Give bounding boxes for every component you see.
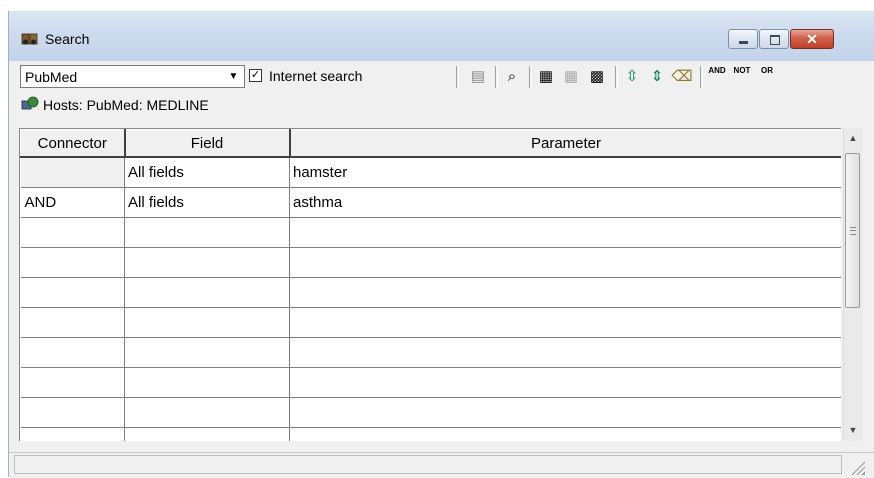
table-row: [20, 427, 841, 441]
parameter-cell[interactable]: [289, 307, 841, 338]
minimize-icon: [739, 41, 748, 44]
connector-cell[interactable]: [20, 337, 125, 368]
connector-cell[interactable]: [20, 307, 125, 338]
grid-header-row: Connector Field Parameter: [20, 129, 841, 158]
chevron-down-icon[interactable]: ▼: [225, 67, 242, 86]
parameter-cell[interactable]: [289, 337, 841, 368]
hosts-label: Hosts: PubMed: MEDLINE: [43, 97, 209, 113]
and-operator-label: AND: [708, 66, 726, 75]
search-grid: Connector Field Parameter All fields ham…: [19, 128, 841, 441]
column-header-parameter[interactable]: Parameter: [289, 129, 841, 158]
parameter-cell[interactable]: [289, 247, 841, 278]
or-operator-icon[interactable]: OR: [756, 66, 778, 88]
database-select[interactable]: PubMed ▼: [20, 65, 245, 88]
table-row: All fields hamster: [20, 157, 841, 188]
field-cell[interactable]: [124, 397, 290, 428]
field-cell[interactable]: [124, 307, 290, 338]
field-cell[interactable]: All fields: [124, 187, 290, 218]
insert-row-icon[interactable]: ⇳: [621, 66, 643, 88]
toolbar: PubMed ▼ ✓ Internet search ▤ ⌕ ▦ ▦ ▩ ⇳ ⇕…: [9, 62, 874, 92]
window-title: Search: [45, 31, 90, 47]
close-icon: ✕: [806, 31, 818, 47]
connector-cell[interactable]: [20, 397, 125, 428]
connector-cell[interactable]: [20, 247, 125, 278]
field-cell[interactable]: [124, 217, 290, 248]
vertical-scrollbar[interactable]: ▲ ▼: [843, 128, 862, 441]
scrollbar-thumb[interactable]: [845, 153, 860, 308]
close-button[interactable]: ✕: [790, 29, 834, 49]
internet-search-label[interactable]: Internet search: [269, 68, 362, 84]
eraser-icon[interactable]: ⌫: [671, 66, 693, 88]
hosts-bar: Hosts: PubMed: MEDLINE: [9, 92, 874, 116]
numbered-list-icon[interactable]: ▩: [586, 66, 608, 88]
title-bar[interactable]: Search ✕: [9, 11, 874, 61]
table-row: [20, 397, 841, 428]
scroll-down-icon[interactable]: ▼: [844, 422, 862, 439]
field-cell[interactable]: [124, 427, 290, 441]
database-select-value: PubMed: [25, 69, 78, 85]
maximize-button[interactable]: [759, 29, 789, 49]
connector-cell[interactable]: AND: [20, 187, 125, 218]
connector-cell[interactable]: [20, 427, 125, 441]
not-operator-label: NOT: [733, 66, 751, 75]
parameter-cell[interactable]: hamster: [289, 157, 841, 188]
status-panel: [14, 455, 842, 474]
parameter-cell[interactable]: [289, 367, 841, 398]
table-row: [20, 217, 841, 248]
toolbar-separator: [700, 66, 703, 88]
scroll-up-icon[interactable]: ▲: [844, 130, 862, 147]
resize-grip-icon[interactable]: [851, 461, 865, 475]
table-row: [20, 367, 841, 398]
column-header-field[interactable]: Field: [124, 129, 291, 158]
binoculars-search-icon[interactable]: ⌕: [501, 66, 523, 88]
toolbar-separator: [529, 66, 532, 88]
field-cell[interactable]: [124, 277, 290, 308]
table-row: [20, 247, 841, 278]
search-documents-icon[interactable]: ▦: [535, 66, 557, 88]
search-window-icon: [21, 32, 39, 46]
connector-cell[interactable]: [20, 217, 125, 248]
hosts-icon: [21, 96, 39, 115]
parameter-cell[interactable]: [289, 277, 841, 308]
toolbar-separator: [456, 66, 459, 88]
field-cell[interactable]: All fields: [124, 157, 290, 188]
field-cell[interactable]: [124, 337, 290, 368]
delete-row-icon[interactable]: ⇕: [646, 66, 668, 88]
minimize-button[interactable]: [728, 29, 758, 49]
connector-cell[interactable]: [20, 157, 125, 188]
document-icon[interactable]: ▤: [467, 66, 489, 88]
field-cell[interactable]: [124, 367, 290, 398]
parameter-cell[interactable]: asthma: [289, 187, 841, 218]
table-row: AND All fields asthma: [20, 187, 841, 218]
connector-cell[interactable]: [20, 367, 125, 398]
search-documents-disabled-icon[interactable]: ▦: [560, 66, 582, 88]
or-operator-label: OR: [761, 66, 773, 75]
and-operator-icon[interactable]: AND: [706, 66, 728, 88]
connector-cell[interactable]: [20, 277, 125, 308]
parameter-cell[interactable]: [289, 397, 841, 428]
status-bar: [9, 452, 874, 478]
search-window: Search ✕ PubMed ▼ ✓ Internet search ▤ ⌕ …: [8, 11, 874, 478]
internet-search-checkbox[interactable]: ✓: [249, 69, 262, 82]
maximize-icon: [770, 35, 780, 45]
parameter-cell[interactable]: [289, 427, 841, 441]
toolbar-separator: [495, 66, 498, 88]
grip-icon: [850, 227, 856, 235]
toolbar-separator: [615, 66, 618, 88]
column-header-connector[interactable]: Connector: [20, 129, 126, 158]
field-cell[interactable]: [124, 247, 290, 278]
not-operator-icon[interactable]: NOT: [731, 66, 753, 88]
table-row: [20, 337, 841, 368]
table-row: [20, 307, 841, 338]
parameter-cell[interactable]: [289, 217, 841, 248]
table-row: [20, 277, 841, 308]
